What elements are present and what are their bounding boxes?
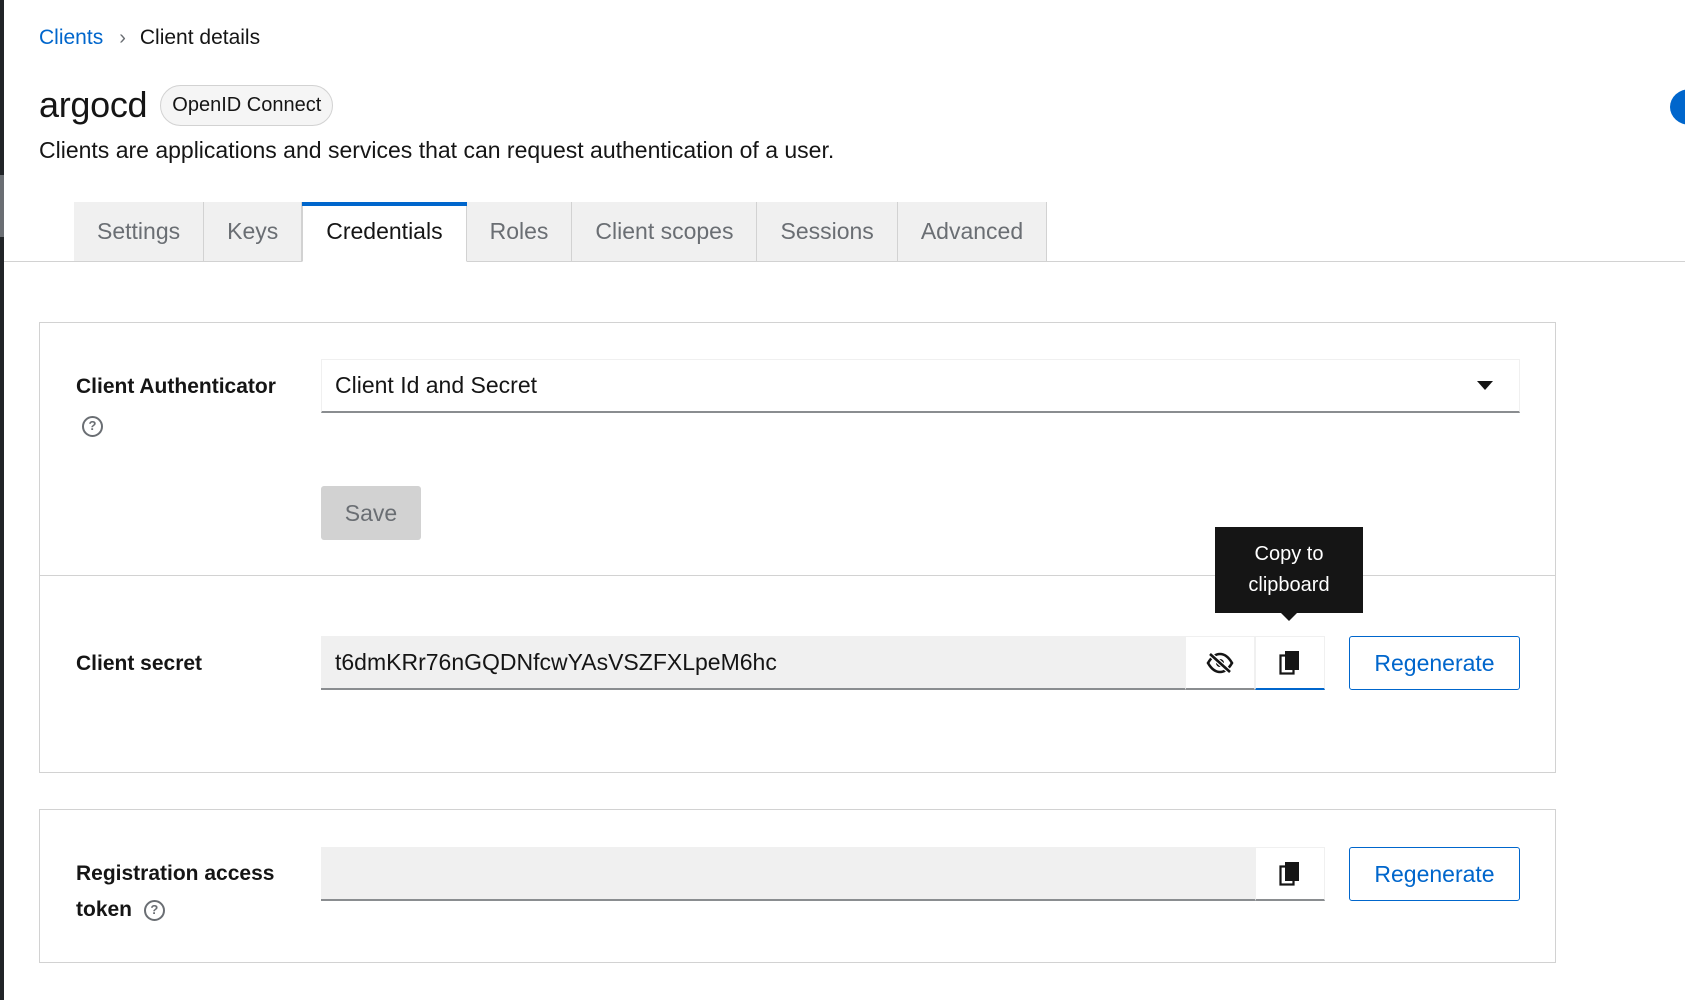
breadcrumb: Clients › Client details <box>39 26 260 50</box>
left-edge-bar <box>0 0 4 1000</box>
caret-down-icon <box>1477 381 1493 390</box>
copy-icon <box>1279 650 1299 675</box>
page-title: argocd <box>39 84 148 125</box>
client-secret-value: t6dmKRr76nGQDNfcwYAsVSZFXLpeM6hc <box>335 648 777 675</box>
save-button: Save <box>321 486 421 540</box>
eye-slash-icon <box>1206 651 1234 674</box>
question-circle-icon[interactable]: ? <box>82 415 103 437</box>
client-authenticator-label: Client Authenticator ? <box>76 369 276 441</box>
tab-client-scopes[interactable]: Client scopes <box>572 202 758 262</box>
toggle-visibility-button[interactable] <box>1185 636 1255 690</box>
copy-registration-token-button[interactable] <box>1255 847 1325 901</box>
client-authenticator-label-text: Client Authenticator <box>76 375 276 398</box>
tab-roles[interactable]: Roles <box>466 202 573 262</box>
breadcrumb-current: Client details <box>139 26 261 49</box>
client-authenticator-select[interactable]: Client Id and Secret <box>321 359 1520 413</box>
breadcrumb-separator-icon: › <box>119 26 126 49</box>
tab-advanced[interactable]: Advanced <box>897 202 1048 262</box>
registration-token-field[interactable] <box>321 847 1258 901</box>
registration-token-label: Registration access token ? <box>76 856 274 928</box>
left-edge-marker <box>0 175 4 237</box>
regenerate-registration-token-button[interactable]: Regenerate <box>1349 847 1520 901</box>
enabled-toggle[interactable] <box>1670 89 1685 125</box>
tab-sessions[interactable]: Sessions <box>757 202 898 262</box>
registration-token-label-line1: Registration access <box>76 862 275 885</box>
tab-credentials[interactable]: Credentials <box>302 202 467 262</box>
copy-icon <box>1279 861 1299 886</box>
regenerate-secret-button[interactable]: Regenerate <box>1349 636 1520 690</box>
client-secret-field[interactable]: t6dmKRr76nGQDNfcwYAsVSZFXLpeM6hc <box>321 636 1188 690</box>
copy-secret-button[interactable] <box>1255 636 1325 690</box>
breadcrumb-clients-link[interactable]: Clients <box>39 26 103 50</box>
client-secret-label: Client secret <box>76 652 203 675</box>
tab-keys[interactable]: Keys <box>204 202 303 262</box>
copy-tooltip: Copy to clipboard <box>1215 527 1363 621</box>
protocol-badge: OpenID Connect <box>160 84 334 126</box>
title-row: argocd OpenID Connect <box>39 84 334 126</box>
tab-settings[interactable]: Settings <box>74 202 205 262</box>
client-authenticator-value: Client Id and Secret <box>335 372 538 398</box>
registration-token-label-line2: token <box>76 898 133 921</box>
question-circle-icon[interactable]: ? <box>143 899 165 921</box>
tab-bar: Settings Keys Credentials Roles Client s… <box>74 202 1048 262</box>
page-description: Clients are applications and services th… <box>39 137 835 163</box>
